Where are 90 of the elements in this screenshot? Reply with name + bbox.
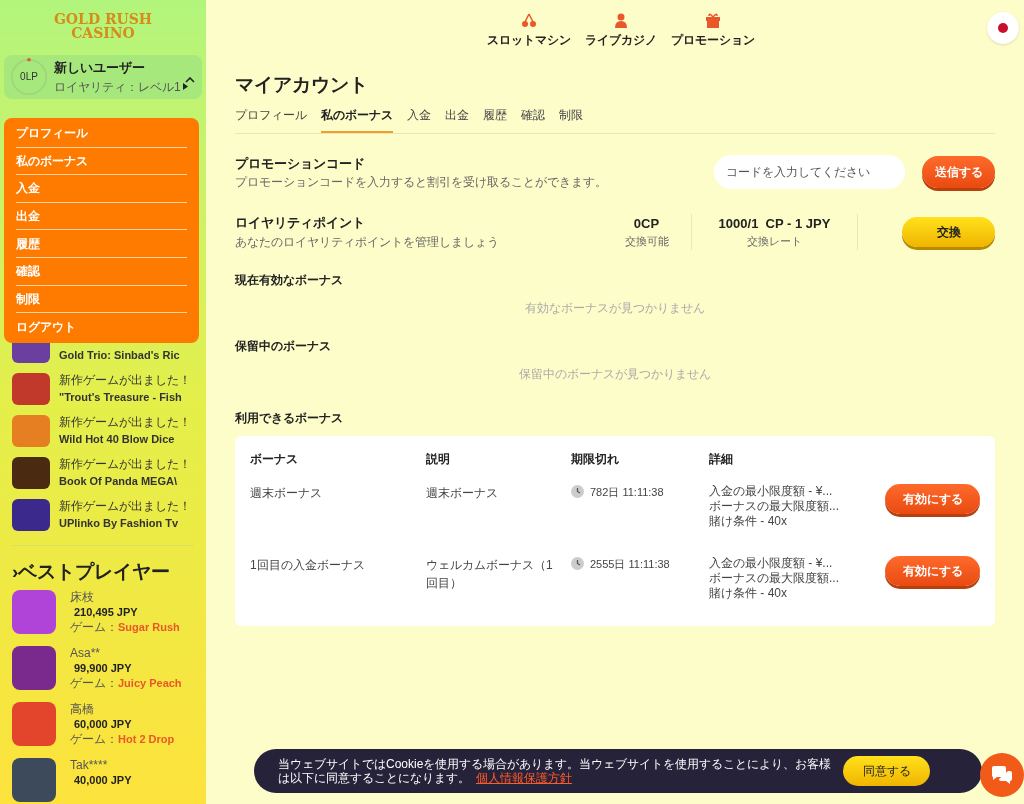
new-game-notice: 新作ゲームが出ました！ [59, 455, 191, 473]
table-cell-text: 2555日 11:11:38 [590, 556, 670, 572]
flag-icon [998, 23, 1008, 33]
nav-link[interactable]: ライブカジノ [585, 12, 657, 49]
promo-code-field[interactable]: コードを入力してください [714, 155, 905, 190]
player-name: Asa** [70, 646, 102, 661]
clock-icon [571, 557, 584, 571]
game-thumbnail[interactable] [12, 646, 56, 690]
exchange-rate: 1000/1 CP - 1 JPY [718, 214, 831, 233]
user-name: 新しいユーザー [54, 59, 146, 77]
points-label: 0LP [20, 70, 38, 85]
bonus-detail: 賭け条件 - 40x [709, 585, 788, 601]
cherry-icon [521, 12, 537, 28]
win-amount: 210,495 JPY [73, 605, 139, 620]
chat-button[interactable] [980, 753, 1024, 797]
bonus-detail: ボーナスの最大限度額... [709, 570, 840, 586]
rate-caption: 交換レート [747, 234, 802, 250]
player-name: 床枝 [70, 590, 95, 605]
empty-message: 保留中のボーナスが見つかりません [519, 365, 711, 383]
person-icon [613, 12, 629, 28]
exchange-button[interactable]: 交換 [902, 216, 995, 247]
tab[interactable]: 私のボーナス [321, 105, 393, 133]
loyalty-ring-icon [10, 57, 48, 96]
clock-icon [571, 485, 584, 499]
game-title[interactable]: UPlinko By Fashion Tv [59, 514, 191, 532]
section-title: ロイヤリティポイント [235, 214, 366, 232]
nav-link[interactable]: プロモーション [671, 12, 755, 49]
game-thumbnail[interactable] [12, 414, 50, 447]
user-card[interactable]: 0LP 新しいユーザー ロイヤリティ：レベル1 [4, 55, 202, 99]
nav-link[interactable]: スロットマシン [487, 12, 571, 49]
cookie-notice: 当ウェブサイトではCookieを使用する場合があります。当ウェブサイトを使用することにより、お客様は以下に同意することになります。 個人情報保護方針 [278, 757, 833, 785]
table-cell-text: 週末ボーナス [250, 484, 323, 502]
tab[interactable]: 出金 [445, 105, 469, 133]
section-title: プロモーションコード [235, 154, 366, 173]
language-button[interactable] [987, 12, 1019, 44]
page-title: マイアカウント [235, 73, 369, 97]
game-thumbnail[interactable] [12, 456, 50, 489]
win-amount: 40,000 JPY [73, 773, 132, 788]
game-title[interactable]: Wild Hot 40 Blow Dice [59, 430, 191, 448]
column-header: 詳細 [709, 450, 734, 468]
game-label: ゲーム： [70, 732, 118, 747]
section-title: ›ベストプレイヤー [12, 559, 172, 584]
tab[interactable]: 確認 [521, 105, 545, 133]
tab[interactable]: 履歴 [483, 105, 507, 133]
new-game-notice: 新作ゲームが出ました！ [59, 413, 191, 431]
section-description: プロモーションコードを入力すると割引を受け取ることができます。 [235, 174, 607, 191]
player-name: 高橋 [70, 702, 95, 717]
privacy-policy-link[interactable]: 個人情報保護方針 [476, 771, 572, 785]
game-title[interactable]: "Trout's Treasure - Fish [59, 388, 191, 406]
play-arrow-icon [182, 83, 188, 90]
game-thumbnail[interactable] [12, 372, 50, 405]
points-value: 0CP [633, 214, 660, 233]
game-thumbnail[interactable] [12, 590, 56, 634]
bonus-detail: 入金の最小限度額 - ¥... [709, 555, 834, 571]
game-label: ゲーム： [70, 676, 118, 691]
bonus-detail: ボーナスの最大限度額... [709, 498, 840, 514]
column-header: 説明 [426, 450, 451, 468]
table-cell-text: ウェルカムボーナス（1回目） [426, 556, 554, 592]
game-thumbnail[interactable] [12, 702, 56, 746]
game-title[interactable]: Book Of Panda MEGA\ [59, 472, 191, 490]
win-amount: 99,900 JPY [73, 661, 133, 676]
bonus-detail: 入金の最小限度額 - ¥... [709, 483, 834, 499]
gift-icon [705, 12, 721, 28]
section-title: 現在有効なボーナス [235, 271, 344, 289]
empty-message: 有効なボーナスが見つかりません [525, 299, 705, 317]
tab[interactable]: 制限 [559, 105, 583, 133]
bonus-detail: 賭け条件 - 40x [709, 513, 788, 529]
tab[interactable]: プロフィール [235, 105, 307, 133]
game-thumbnail[interactable] [12, 758, 56, 802]
new-game-notice: 新作ゲームが出ました！ [59, 371, 191, 389]
points-caption: 交換可能 [624, 234, 669, 250]
accept-button[interactable]: 同意する [843, 756, 930, 786]
new-game-notice: 新作ゲームが出ました！ [59, 497, 191, 515]
chat-icon [990, 765, 1014, 785]
section-title: 利用できるボーナス [235, 409, 344, 427]
win-amount: 60,000 JPY [73, 717, 133, 732]
table-cell-text: 782日 11:11:38 [590, 484, 664, 500]
tab[interactable]: 入金 [407, 105, 431, 133]
column-header: ボーナス [250, 450, 299, 468]
table-cell-text: 1回目の入金ボーナス [250, 556, 366, 574]
loyalty-level[interactable]: ロイヤリティ：レベル1 [54, 77, 181, 96]
game-title[interactable]: Gold Trio: Sinbad's Ric [59, 346, 180, 364]
game-thumbnail[interactable] [12, 498, 50, 531]
section-title: 保留中のボーナス [235, 337, 332, 355]
caret-up-icon[interactable] [185, 77, 195, 83]
player-name: Tak**** [70, 758, 109, 773]
column-header: 期限切れ [571, 450, 620, 468]
game-label: ゲーム： [70, 620, 118, 635]
section-description: あなたのロイヤリティポイントを管理しましょう [235, 233, 499, 251]
table-cell-text: 週末ボーナス [426, 484, 499, 502]
